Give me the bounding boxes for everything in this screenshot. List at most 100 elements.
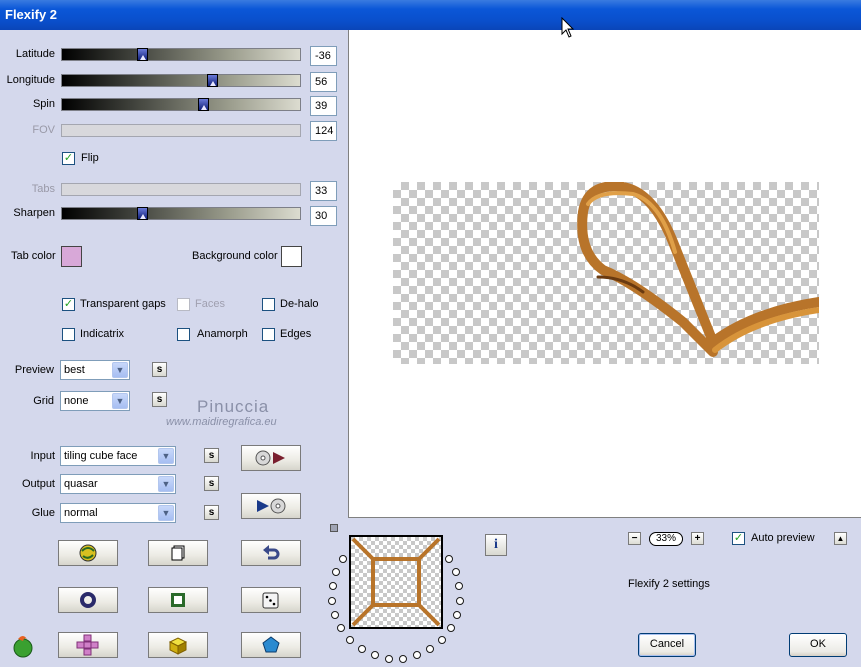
play-disc-icon: [257, 498, 286, 514]
preview-image[interactable]: [393, 181, 824, 364]
random-button[interactable]: [241, 587, 301, 613]
cube-button[interactable]: [148, 632, 208, 658]
edges-checkbox[interactable]: [262, 328, 275, 341]
glue-select[interactable]: normal ▼: [60, 503, 176, 523]
navigator-dot[interactable]: [453, 611, 461, 619]
fov-slider[interactable]: [61, 124, 301, 137]
tabs-slider[interactable]: [61, 183, 301, 196]
cross-icon: [76, 634, 99, 656]
sharpen-slider[interactable]: [61, 207, 301, 220]
longitude-slider[interactable]: [61, 74, 301, 87]
latitude-input[interactable]: -36: [310, 46, 337, 66]
navigator-dot[interactable]: [328, 597, 336, 605]
zoom-out-button[interactable]: −: [628, 532, 641, 545]
edges-label: Edges: [280, 328, 312, 340]
info-button[interactable]: i: [485, 534, 507, 556]
transparent-gaps-label: Transparent gaps: [80, 298, 166, 310]
transparent-gaps-checkbox[interactable]: ✓: [62, 298, 75, 311]
preview-s-button[interactable]: s: [152, 362, 167, 377]
background-color-swatch[interactable]: [281, 246, 302, 267]
anamorph-checkbox[interactable]: [177, 328, 190, 341]
window-title: Flexify 2: [5, 7, 58, 22]
ok-button[interactable]: OK: [789, 633, 847, 657]
longitude-slider-thumb[interactable]: [207, 74, 218, 87]
output-s-button[interactable]: s: [204, 476, 219, 491]
grid-select-value: none: [64, 395, 89, 407]
glue-label: Glue: [31, 507, 55, 519]
zoom-in-button[interactable]: +: [691, 532, 704, 545]
frame-button[interactable]: [148, 587, 208, 613]
navigator-dot[interactable]: [358, 645, 366, 653]
navigator-dot[interactable]: [413, 651, 421, 659]
navigator-dot[interactable]: [346, 636, 354, 644]
preview-label: Preview: [14, 364, 54, 376]
fov-input[interactable]: 124: [310, 121, 337, 141]
navigator-dot[interactable]: [371, 651, 379, 659]
copy-button[interactable]: [148, 540, 208, 566]
navigator-dot[interactable]: [339, 555, 347, 563]
output-label: Output: [21, 478, 55, 490]
load-preset-button[interactable]: [241, 445, 301, 471]
navigator-handle[interactable]: [330, 524, 338, 532]
navigator-dot-ring[interactable]: [318, 535, 478, 667]
collapse-button[interactable]: ▲: [834, 532, 847, 545]
input-s-button[interactable]: s: [204, 448, 219, 463]
navigator-dot[interactable]: [456, 597, 464, 605]
longitude-input[interactable]: 56: [310, 72, 337, 92]
randomize-button[interactable]: [58, 540, 118, 566]
faces-checkbox[interactable]: [177, 298, 190, 311]
latitude-slider-thumb[interactable]: [137, 48, 148, 61]
preview-canvas[interactable]: [348, 30, 861, 518]
navigator-dot[interactable]: [331, 611, 339, 619]
spin-slider-thumb[interactable]: [198, 98, 209, 111]
mouse-cursor-icon: [561, 17, 575, 38]
de-halo-checkbox[interactable]: [262, 298, 275, 311]
navigator-dot[interactable]: [399, 655, 407, 663]
grid-s-button[interactable]: s: [152, 392, 167, 407]
chevron-down-icon: ▼: [158, 448, 174, 464]
preview-select[interactable]: best ▼: [60, 360, 130, 380]
wood-swirl-artwork: [577, 181, 824, 357]
latitude-slider[interactable]: [61, 48, 301, 61]
indicatrix-checkbox[interactable]: [62, 328, 75, 341]
navigator-dot[interactable]: [337, 624, 345, 632]
flip-checkbox[interactable]: ✓: [62, 152, 75, 165]
cancel-button[interactable]: Cancel: [638, 633, 696, 657]
navigator-dot[interactable]: [447, 624, 455, 632]
undo-button[interactable]: [241, 540, 301, 566]
sharpen-input[interactable]: 30: [310, 206, 337, 226]
cross-button[interactable]: [58, 632, 118, 658]
sharpen-slider-thumb[interactable]: [137, 207, 148, 220]
preview-select-value: best: [64, 364, 85, 376]
navigator-dot[interactable]: [438, 636, 446, 644]
navigator-dot[interactable]: [452, 568, 460, 576]
navigator-dot[interactable]: [329, 582, 337, 590]
fov-label: FOV: [32, 124, 55, 136]
grid-select[interactable]: none ▼: [60, 391, 130, 411]
spin-input[interactable]: 39: [310, 96, 337, 116]
output-select[interactable]: quasar ▼: [60, 474, 176, 494]
navigator-dot[interactable]: [445, 555, 453, 563]
spin-label: Spin: [32, 98, 55, 110]
navigator-dot[interactable]: [385, 655, 393, 663]
tabs-input[interactable]: 33: [310, 181, 337, 201]
chevron-down-icon: ▼: [158, 505, 174, 521]
spin-slider[interactable]: [61, 98, 301, 111]
tab-color-swatch[interactable]: [61, 246, 82, 267]
save-preset-button[interactable]: [241, 493, 301, 519]
frame-icon: [171, 593, 185, 607]
flip-label: Flip: [81, 152, 99, 164]
input-select[interactable]: tiling cube face ▼: [60, 446, 176, 466]
latitude-label: Latitude: [15, 48, 55, 60]
settings-label: Flexify 2 settings: [628, 578, 710, 590]
auto-preview-checkbox[interactable]: ✓: [732, 532, 745, 545]
globe-icon: [79, 544, 97, 562]
navigator-dot[interactable]: [426, 645, 434, 653]
undo-icon: [263, 545, 280, 560]
glue-s-button[interactable]: s: [204, 505, 219, 520]
navigator-dot[interactable]: [455, 582, 463, 590]
navigator-dot[interactable]: [332, 568, 340, 576]
pentagon-button[interactable]: [241, 632, 301, 658]
flexify-logo: [10, 633, 36, 659]
circle-button[interactable]: [58, 587, 118, 613]
